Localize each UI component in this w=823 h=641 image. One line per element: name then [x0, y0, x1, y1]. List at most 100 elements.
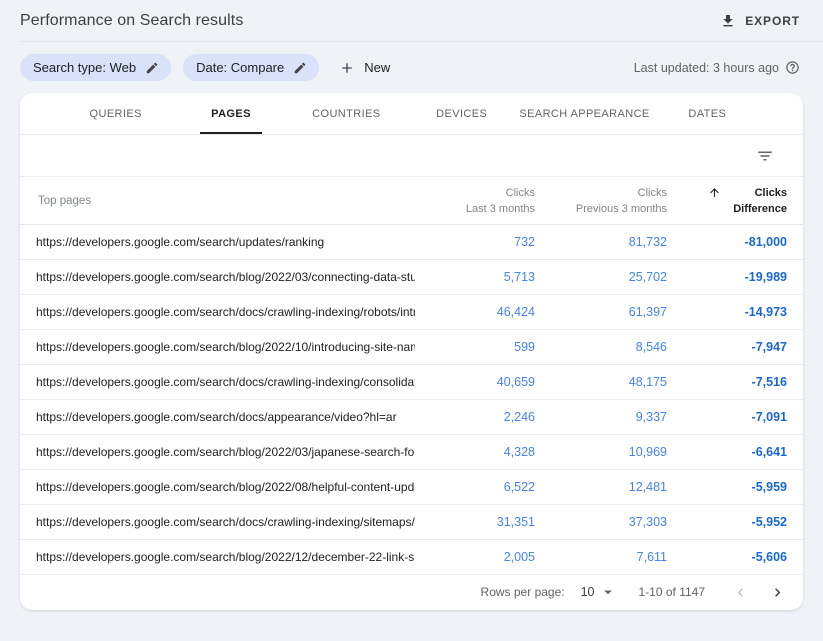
table-row[interactable]: https://developers.google.com/search/doc…	[20, 365, 803, 400]
page-url: https://developers.google.com/search/blo…	[36, 270, 415, 284]
table-row[interactable]: https://developers.google.com/search/upd…	[20, 225, 803, 260]
export-button[interactable]: EXPORT	[720, 13, 800, 29]
page-url: https://developers.google.com/search/blo…	[36, 480, 415, 494]
clicks-last-value: 2,005	[415, 550, 535, 564]
tab-queries-label: QUERIES	[90, 108, 142, 120]
page-url: https://developers.google.com/search/upd…	[36, 235, 415, 249]
clicks-last-value: 40,659	[415, 375, 535, 389]
tab-search-appearance[interactable]: SEARCH APPEARANCE	[519, 93, 649, 134]
clicks-difference-value: -5,959	[667, 480, 787, 494]
arrow-up-icon	[708, 186, 721, 217]
column-header-clicks-difference[interactable]: Clicks Difference	[667, 185, 787, 217]
filter-table-button[interactable]	[753, 144, 777, 168]
tab-dates[interactable]: DATES	[650, 93, 765, 134]
column-header-clicks-previous[interactable]: Clicks Previous 3 months	[535, 185, 667, 217]
tab-countries[interactable]: COUNTRIES	[289, 93, 404, 134]
pencil-icon	[293, 61, 307, 75]
clicks-difference-value: -5,952	[667, 515, 787, 529]
clicks-previous-value: 61,397	[535, 305, 667, 319]
download-icon	[720, 13, 736, 29]
clicks-previous-line2: Previous 3 months	[535, 201, 667, 217]
clicks-difference-value: -19,989	[667, 270, 787, 284]
search-type-chip-label: Search type: Web	[33, 60, 136, 75]
table-row[interactable]: https://developers.google.com/search/doc…	[20, 295, 803, 330]
clicks-previous-value: 81,732	[535, 235, 667, 249]
tab-countries-label: COUNTRIES	[312, 108, 380, 120]
clicks-difference-value: -14,973	[667, 305, 787, 319]
top-bar: Performance on Search results EXPORT	[0, 0, 823, 42]
clicks-last-value: 732	[415, 235, 535, 249]
page-url: https://developers.google.com/search/doc…	[36, 515, 415, 529]
column-header-clicks-last[interactable]: Clicks Last 3 months	[415, 185, 535, 217]
page-url: https://developers.google.com/search/doc…	[36, 305, 415, 319]
table-row[interactable]: https://developers.google.com/search/blo…	[20, 540, 803, 575]
filter-icon	[756, 147, 774, 165]
new-filter-button[interactable]: New	[339, 60, 390, 76]
clicks-difference-value: -7,947	[667, 340, 787, 354]
clicks-previous-value: 12,481	[535, 480, 667, 494]
search-console-performance-page: Performance on Search results EXPORT Sea…	[0, 0, 823, 641]
column-header-top-pages[interactable]: Top pages	[36, 195, 415, 207]
export-label: EXPORT	[745, 14, 800, 28]
tab-dates-label: DATES	[688, 108, 726, 120]
tab-pages[interactable]: PAGES	[173, 93, 288, 134]
active-tab-underline	[200, 132, 262, 134]
table-row[interactable]: https://developers.google.com/search/blo…	[20, 330, 803, 365]
clicks-difference-line2: Difference	[733, 201, 787, 217]
filter-chips-group: Search type: Web Date: Compare New	[20, 54, 390, 81]
clicks-last-value: 31,351	[415, 515, 535, 529]
pagination-range: 1-10 of 1147	[639, 585, 706, 599]
clicks-difference-value: -7,091	[667, 410, 787, 424]
chevron-right-icon	[769, 584, 786, 601]
table-pagination: Rows per page: 10 1-10 of 1147	[20, 575, 803, 609]
clicks-last-value: 2,246	[415, 410, 535, 424]
table-row[interactable]: https://developers.google.com/search/blo…	[20, 435, 803, 470]
page-url: https://developers.google.com/search/blo…	[36, 550, 415, 564]
plus-icon	[339, 60, 355, 76]
previous-page-button[interactable]	[729, 581, 752, 604]
clicks-difference-lines: Clicks Difference	[733, 185, 787, 217]
dropdown-arrow-icon	[599, 583, 617, 601]
table-row[interactable]: https://developers.google.com/search/doc…	[20, 505, 803, 540]
search-type-chip[interactable]: Search type: Web	[20, 54, 171, 81]
tab-devices[interactable]: DEVICES	[404, 93, 519, 134]
clicks-previous-value: 9,337	[535, 410, 667, 424]
clicks-last-value: 599	[415, 340, 535, 354]
pencil-icon	[145, 61, 159, 75]
report-card: QUERIES PAGES COUNTRIES DEVICES SEARCH A…	[20, 93, 803, 610]
tab-pages-label: PAGES	[211, 108, 251, 120]
last-updated: Last updated: 3 hours ago	[634, 60, 800, 75]
clicks-previous-value: 25,702	[535, 270, 667, 284]
tab-queries[interactable]: QUERIES	[58, 93, 173, 134]
clicks-difference-value: -7,516	[667, 375, 787, 389]
new-filter-label: New	[364, 60, 390, 75]
date-compare-chip[interactable]: Date: Compare	[183, 54, 319, 81]
next-page-button[interactable]	[766, 581, 789, 604]
clicks-previous-value: 7,611	[535, 550, 667, 564]
rows-per-page-label: Rows per page:	[481, 585, 565, 599]
page-url: https://developers.google.com/search/blo…	[36, 340, 415, 354]
page-title: Performance on Search results	[20, 12, 243, 30]
rows-per-page-select[interactable]: 10	[581, 583, 617, 601]
page-url: https://developers.google.com/search/doc…	[36, 410, 415, 424]
dimension-tabs: QUERIES PAGES COUNTRIES DEVICES SEARCH A…	[20, 93, 803, 135]
chevron-left-icon	[732, 584, 749, 601]
clicks-difference-value: -6,641	[667, 445, 787, 459]
table-header-row: Top pages Clicks Last 3 months Clicks Pr…	[20, 177, 803, 225]
table-toolbar	[20, 135, 803, 177]
clicks-last-value: 46,424	[415, 305, 535, 319]
help-icon[interactable]	[785, 60, 800, 75]
clicks-previous-value: 8,546	[535, 340, 667, 354]
clicks-last-line1: Clicks	[415, 185, 535, 201]
table-row[interactable]: https://developers.google.com/search/blo…	[20, 470, 803, 505]
clicks-last-value: 6,522	[415, 480, 535, 494]
page-url: https://developers.google.com/search/blo…	[36, 445, 415, 459]
filter-bar: Search type: Web Date: Compare New Last …	[0, 42, 823, 93]
table-row[interactable]: https://developers.google.com/search/doc…	[20, 400, 803, 435]
clicks-difference-line1: Clicks	[733, 185, 787, 201]
table-row[interactable]: https://developers.google.com/search/blo…	[20, 260, 803, 295]
clicks-previous-line1: Clicks	[535, 185, 667, 201]
tab-search-appearance-label: SEARCH APPEARANCE	[519, 108, 649, 120]
date-compare-chip-label: Date: Compare	[196, 60, 284, 75]
clicks-previous-value: 37,303	[535, 515, 667, 529]
